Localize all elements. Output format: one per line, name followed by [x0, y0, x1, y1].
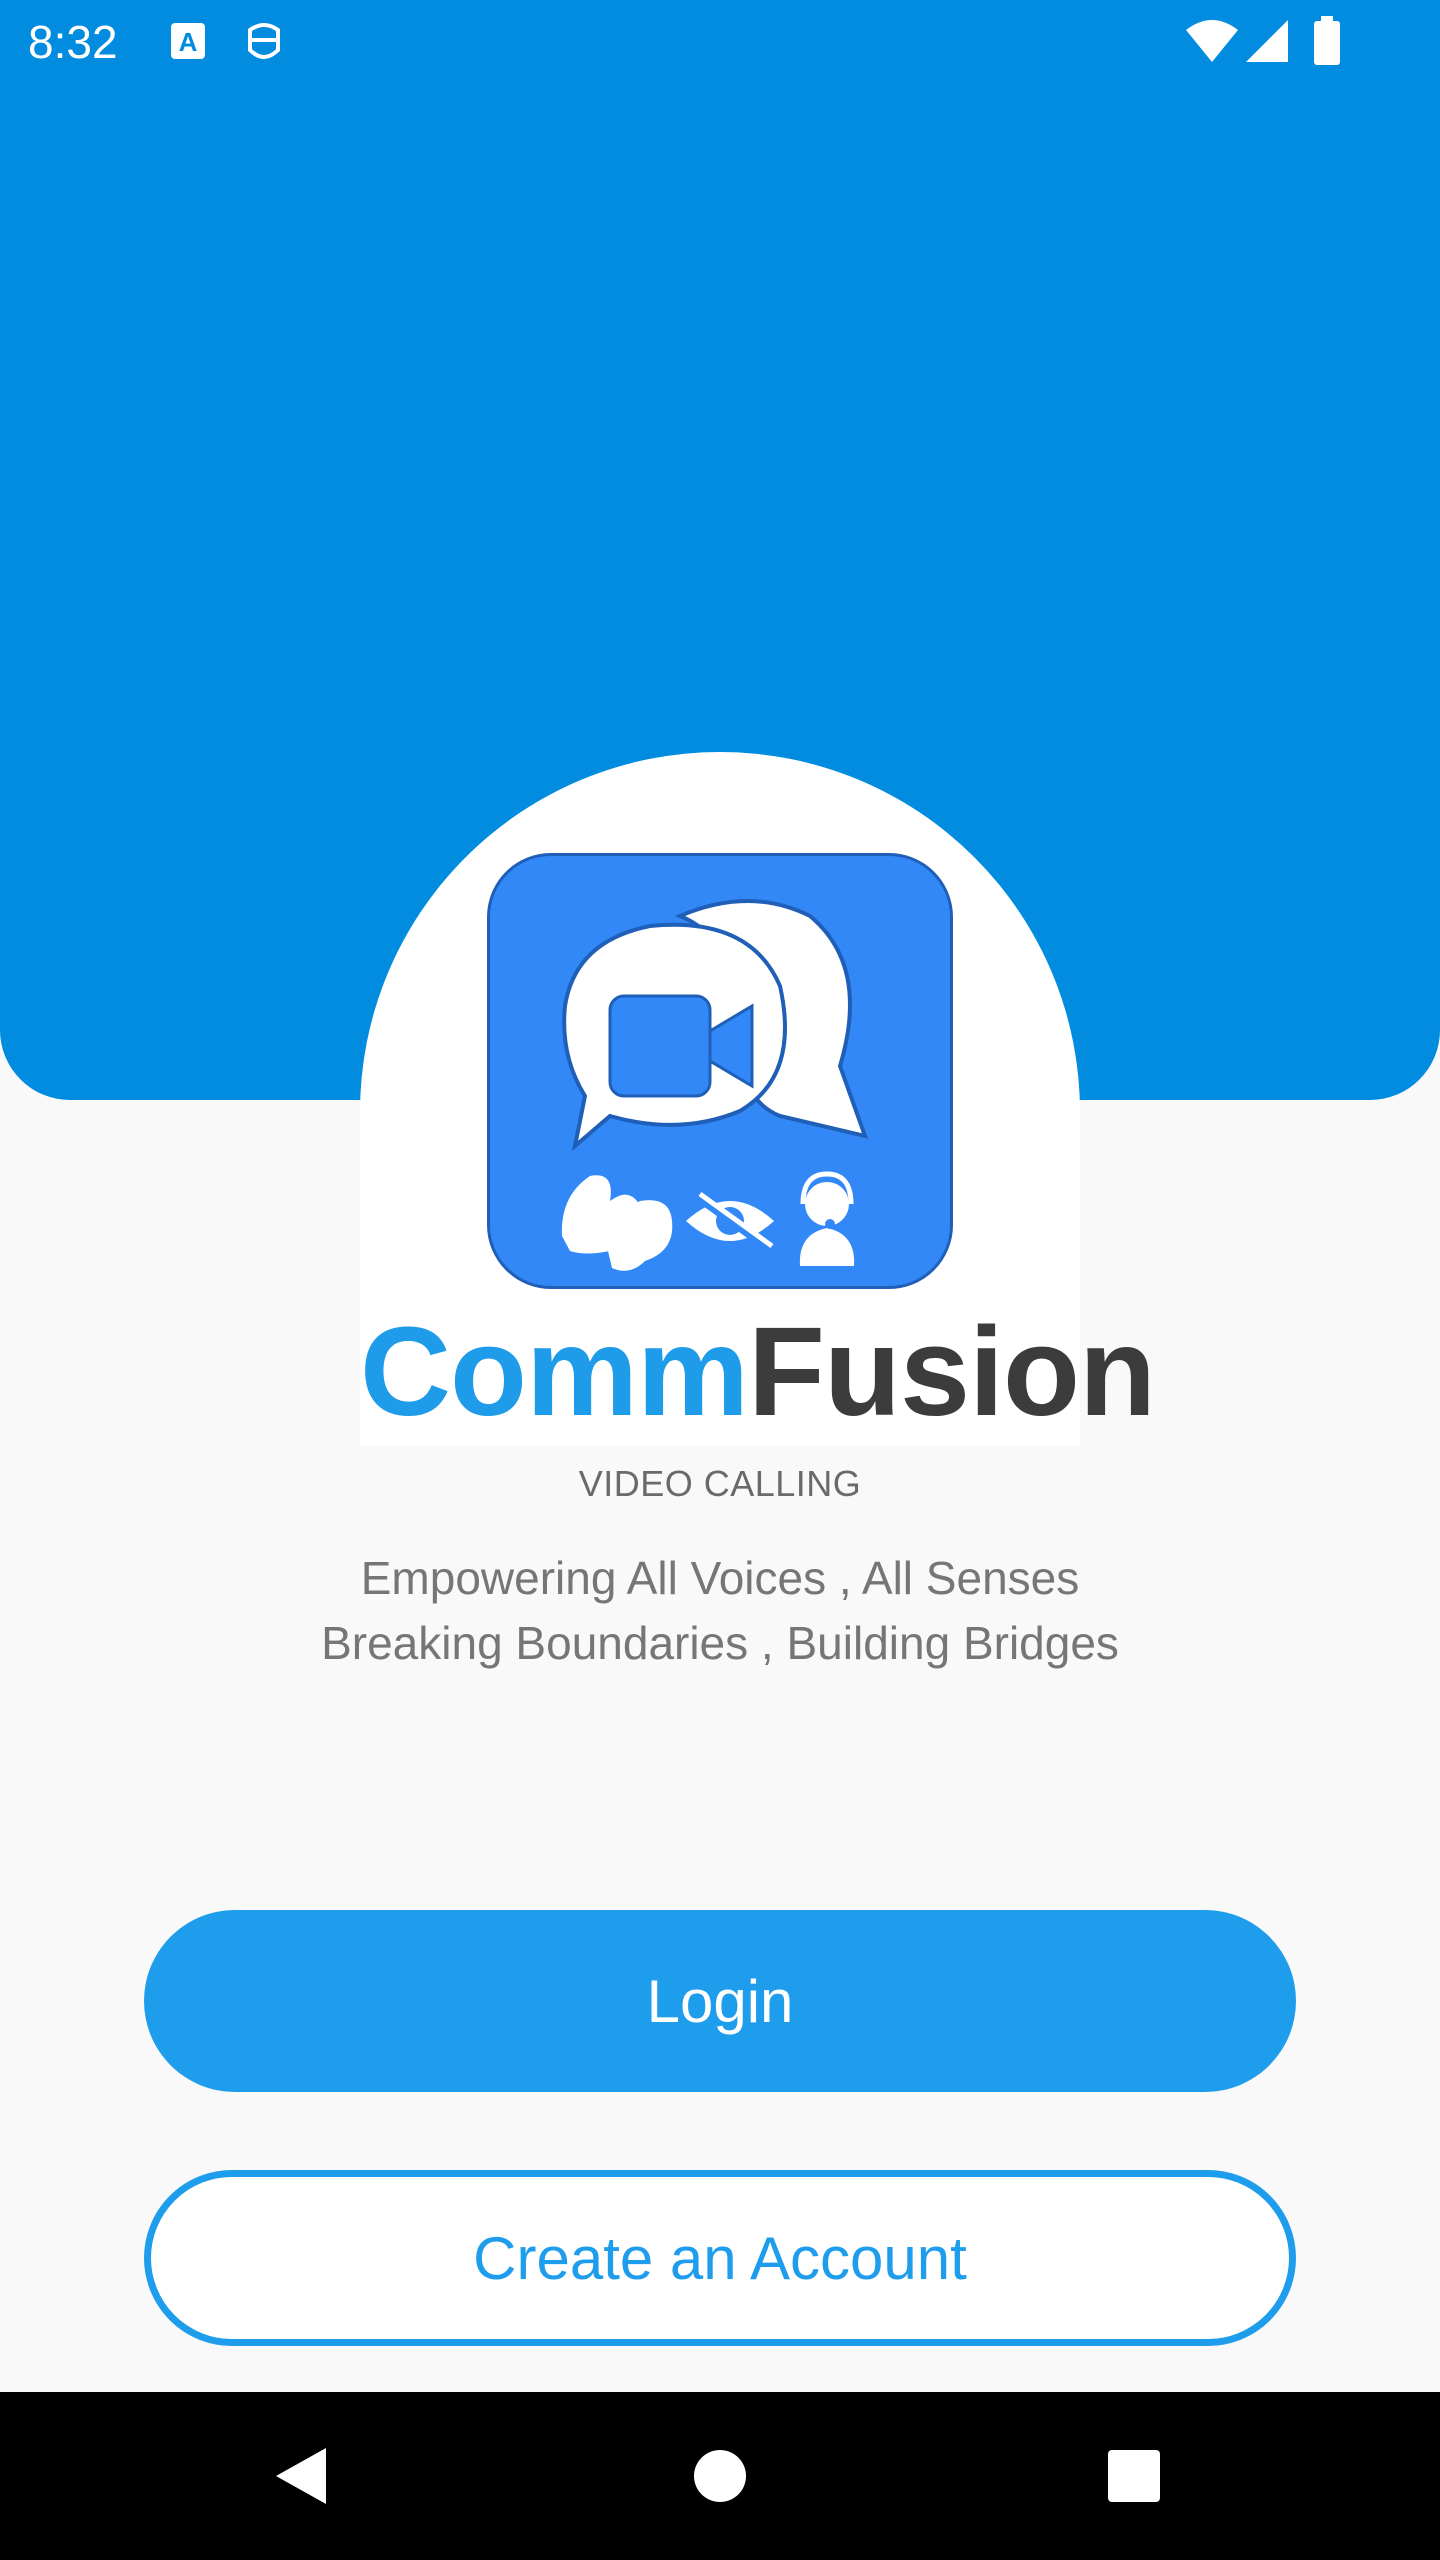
welcome-screen: 8:32 A CommFusion VIDEO CALLING Empoweri…: [0, 0, 1440, 2560]
home-circle-icon[interactable]: [680, 2436, 760, 2516]
brand-name-part2: Fusion: [748, 1301, 1156, 1442]
brand-name-part1: Comm: [360, 1301, 749, 1442]
svg-text:A: A: [179, 27, 198, 57]
create-account-button-label: Create an Account: [473, 2224, 967, 2292]
tagline-line2: Breaking Boundaries , Building Bridges: [321, 1617, 1119, 1669]
app-logo: [487, 853, 953, 1289]
headset-person-icon: [799, 1171, 855, 1266]
create-account-button[interactable]: Create an Account: [144, 2170, 1296, 2346]
tagline-line1: Empowering All Voices , All Senses: [360, 1552, 1080, 1604]
status-bar: 8:32 A: [0, 0, 1440, 84]
sign-language-icon: [561, 1175, 673, 1271]
recents-square-icon[interactable]: [1094, 2436, 1174, 2516]
back-triangle-icon[interactable]: [260, 2436, 340, 2516]
smile-face-icon: [244, 20, 284, 69]
eye-slash-icon: [686, 1191, 774, 1252]
wifi-icon: [1184, 18, 1240, 69]
login-button[interactable]: Login: [144, 1910, 1296, 2092]
brand-subtitle: VIDEO CALLING: [578, 1463, 862, 1504]
login-button-label: Login: [646, 1967, 794, 2035]
brand-name: CommFusion: [360, 1301, 1156, 1442]
navigation-bar: [0, 2392, 1440, 2560]
signal-icon: [1244, 18, 1290, 69]
battery-icon: [1312, 16, 1342, 71]
text-a-icon: A: [168, 20, 208, 69]
status-time: 8:32: [28, 16, 118, 68]
